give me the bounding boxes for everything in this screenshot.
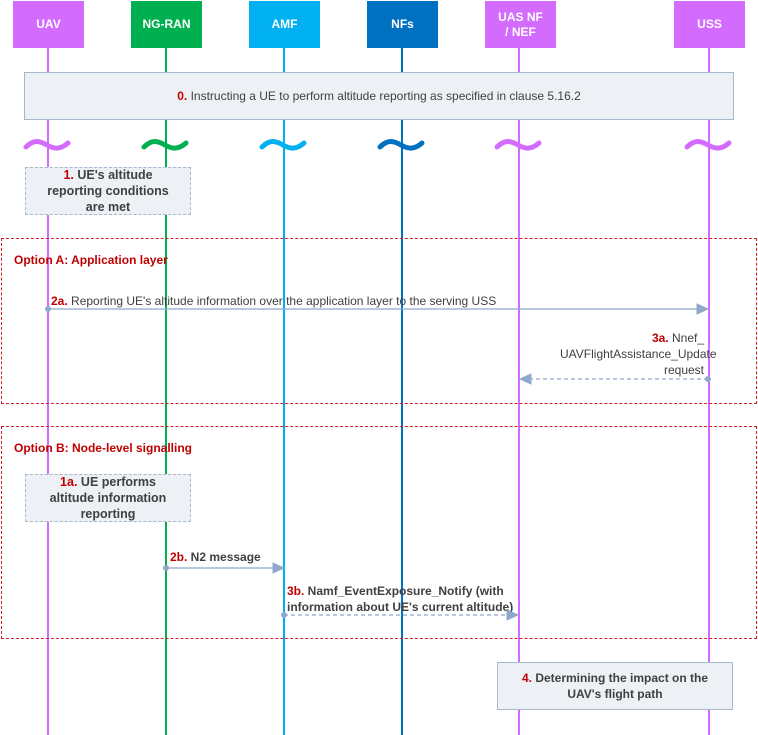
- arrow-3a: [518, 373, 711, 385]
- arrow-2a: [45, 303, 710, 315]
- message-arrows: [45, 303, 711, 621]
- arrow-3b: [281, 609, 520, 621]
- arrow-2b: [163, 562, 286, 574]
